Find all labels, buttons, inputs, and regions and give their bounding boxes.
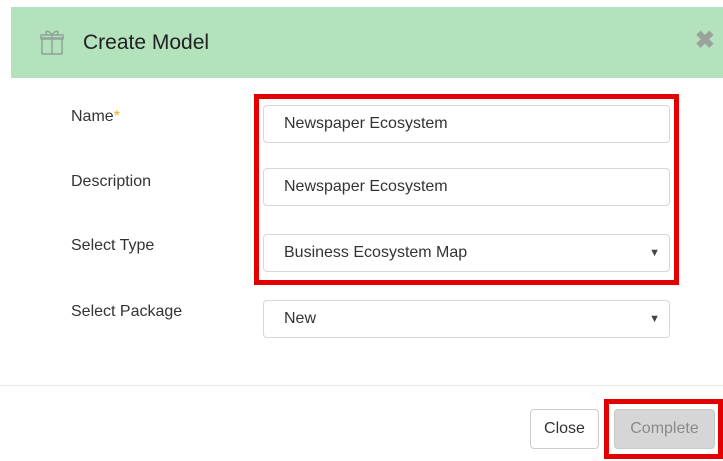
required-asterisk: * (113, 108, 120, 125)
description-label: Description (71, 173, 152, 190)
select-type-label: Select Type (71, 237, 155, 254)
caret-down-icon: ▼ (649, 313, 660, 325)
name-label: Name* (71, 108, 120, 125)
select-package-dropdown[interactable]: New ▼ (263, 300, 670, 338)
dialog-header: Create Model ✖ (11, 7, 723, 78)
footer-divider (0, 385, 723, 386)
dialog-title: Create Model (83, 31, 210, 54)
close-button[interactable]: Close (530, 409, 599, 449)
select-package-value: New (284, 310, 317, 327)
fields-highlight-box (254, 94, 679, 285)
complete-highlight-box (604, 399, 723, 459)
select-package-label: Select Package (71, 303, 183, 320)
gift-icon (40, 29, 64, 55)
close-x-icon[interactable]: ✖ (695, 27, 715, 55)
